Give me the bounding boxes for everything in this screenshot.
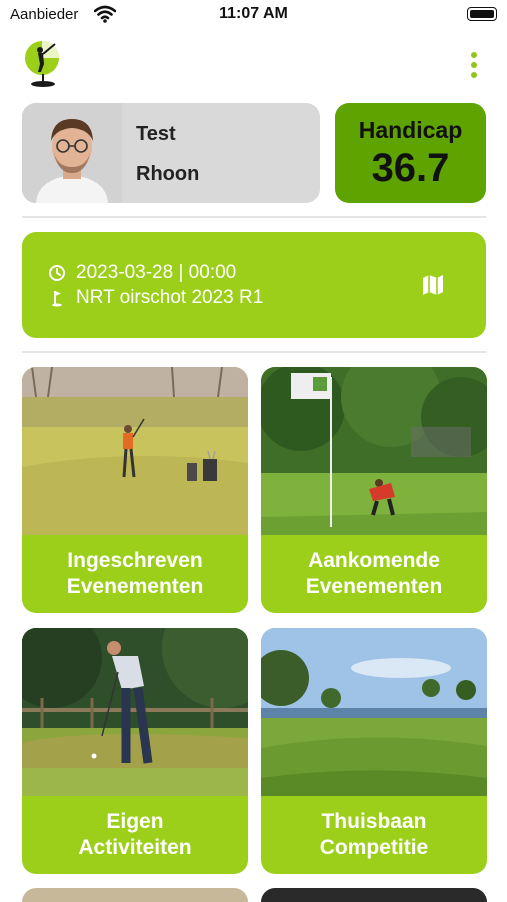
- tile-caption: Eigen Activiteiten: [22, 796, 248, 874]
- golf-flag-icon: [52, 291, 62, 307]
- tile-caption-line1: Ingeschreven: [67, 549, 203, 572]
- status-bar: Aanbieder 11:07 AM: [0, 0, 507, 30]
- clock-icon: [49, 265, 65, 281]
- event-datetime: 2023-03-28 | 00:00: [76, 262, 237, 283]
- tile-aankomende-evenementen[interactable]: Aankomende Evenementen: [261, 367, 487, 613]
- tile-caption: Thuisbaan Competitie: [261, 796, 487, 874]
- tile-caption-line2: Activiteiten: [78, 836, 192, 859]
- map-icon[interactable]: [420, 272, 446, 298]
- next-event-card[interactable]: 2023-03-28 | 00:00 NRT oirschot 2023 R1: [22, 232, 486, 338]
- kebab-menu-icon: [471, 52, 477, 58]
- tile-caption-line1: Thuisbaan: [321, 810, 427, 833]
- handicap-label: Handicap: [358, 117, 463, 143]
- tile-thuisbaan-competitie[interactable]: Thuisbaan Competitie: [261, 628, 487, 874]
- event-datetime-row: 2023-03-28 | 00:00: [48, 262, 236, 284]
- avatar: [22, 103, 122, 203]
- golf-course-photo: [261, 628, 487, 796]
- tile-caption-line1: Aankomende: [308, 549, 440, 572]
- handicap-value: 36.7: [371, 146, 450, 190]
- handicap-card[interactable]: Handicap 36.7: [335, 103, 486, 203]
- more-menu-button[interactable]: [464, 52, 484, 78]
- profile-card[interactable]: Test Rhoon: [22, 103, 320, 203]
- profile-first-name: Test: [136, 123, 176, 145]
- golfer-practice-photo: [22, 367, 248, 535]
- tile-ingeschreven-evenementen[interactable]: Ingeschreven Evenementen: [22, 367, 248, 613]
- menu-dot: [471, 72, 477, 78]
- status-time: 11:07 AM: [219, 5, 288, 22]
- event-course-row: NRT oirschot 2023 R1: [48, 287, 263, 309]
- tile-caption-line1: Eigen: [106, 810, 164, 833]
- menu-dot: [471, 62, 477, 68]
- golfer-swing-photo: [22, 628, 248, 796]
- tile-caption-line2: Evenementen: [66, 575, 204, 598]
- tile-eigen-activiteiten[interactable]: Eigen Activiteiten: [22, 628, 248, 874]
- profile-last-name: Rhoon: [136, 163, 200, 185]
- divider: [22, 351, 486, 353]
- event-course: NRT oirschot 2023 R1: [76, 287, 264, 308]
- golfer-green-photo: [261, 367, 487, 535]
- tile-caption-line2: Competitie: [319, 836, 429, 859]
- battery-icon: [467, 7, 497, 21]
- golf-logo-icon: [25, 41, 59, 87]
- tile-caption: Aankomende Evenementen: [261, 535, 487, 613]
- divider: [22, 216, 486, 218]
- tile-caption-line2: Evenementen: [305, 575, 443, 598]
- tile-caption: Ingeschreven Evenementen: [22, 535, 248, 613]
